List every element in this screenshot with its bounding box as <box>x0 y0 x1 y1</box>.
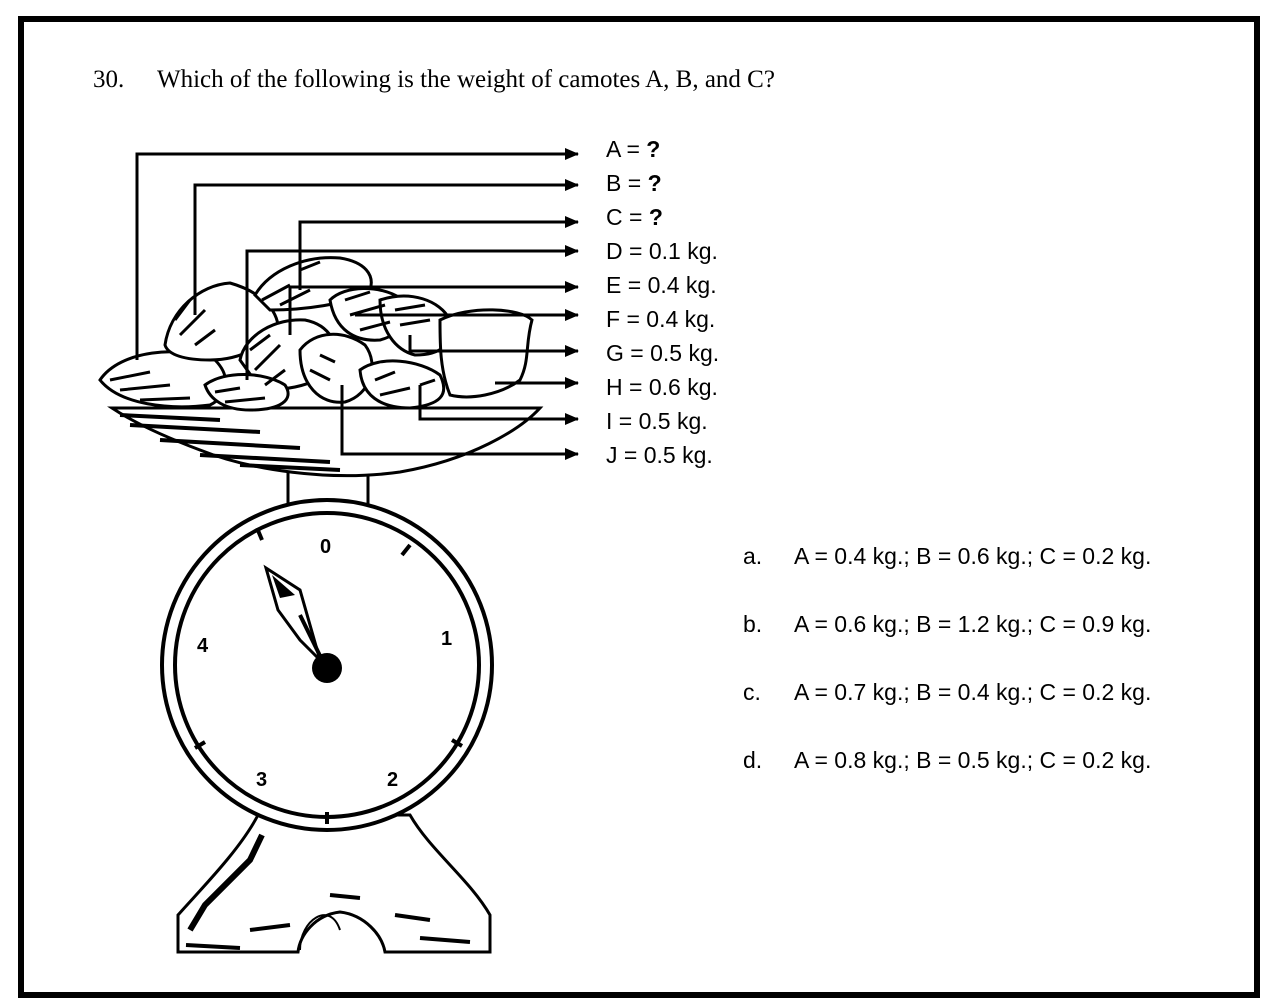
label-E: E = 0.4 kg. <box>606 272 717 298</box>
choice-text: A = 0.6 kg.; B = 1.2 kg.; C = 0.9 kg. <box>794 611 1152 637</box>
camotes-pile <box>98 256 534 412</box>
dial-number-0: 0 <box>320 536 331 558</box>
dial-number-2: 2 <box>387 769 398 791</box>
choice-letter: c. <box>743 679 761 705</box>
dial-number-1: 1 <box>441 628 452 650</box>
scale-base <box>176 813 492 954</box>
scale-dial: 0 1 2 3 4 <box>160 498 494 832</box>
dial-hub <box>312 653 342 683</box>
choice-letter: d. <box>743 747 763 773</box>
label-G: G = 0.5 kg. <box>606 340 720 366</box>
label-C: C = ? <box>606 204 663 230</box>
choice-text: A = 0.8 kg.; B = 0.5 kg.; C = 0.2 kg. <box>794 747 1152 773</box>
choice-letter: a. <box>743 543 763 569</box>
label-H: H = 0.6 kg. <box>606 374 718 400</box>
label-A: A = ? <box>606 136 661 162</box>
dial-number-3: 3 <box>256 769 267 791</box>
label-J: J = 0.5 kg. <box>606 442 713 468</box>
choice-text: A = 0.7 kg.; B = 0.4 kg.; C = 0.2 kg. <box>794 679 1152 705</box>
label-D: D = 0.1 kg. <box>606 238 718 264</box>
choice-text: A = 0.4 kg.; B = 0.6 kg.; C = 0.2 kg. <box>794 543 1152 569</box>
label-I: I = 0.5 kg. <box>606 408 708 434</box>
label-B: B = ? <box>606 170 662 196</box>
label-F: F = 0.4 kg. <box>606 306 716 332</box>
choice-letter: b. <box>743 611 763 637</box>
dial-number-4: 4 <box>197 635 209 657</box>
